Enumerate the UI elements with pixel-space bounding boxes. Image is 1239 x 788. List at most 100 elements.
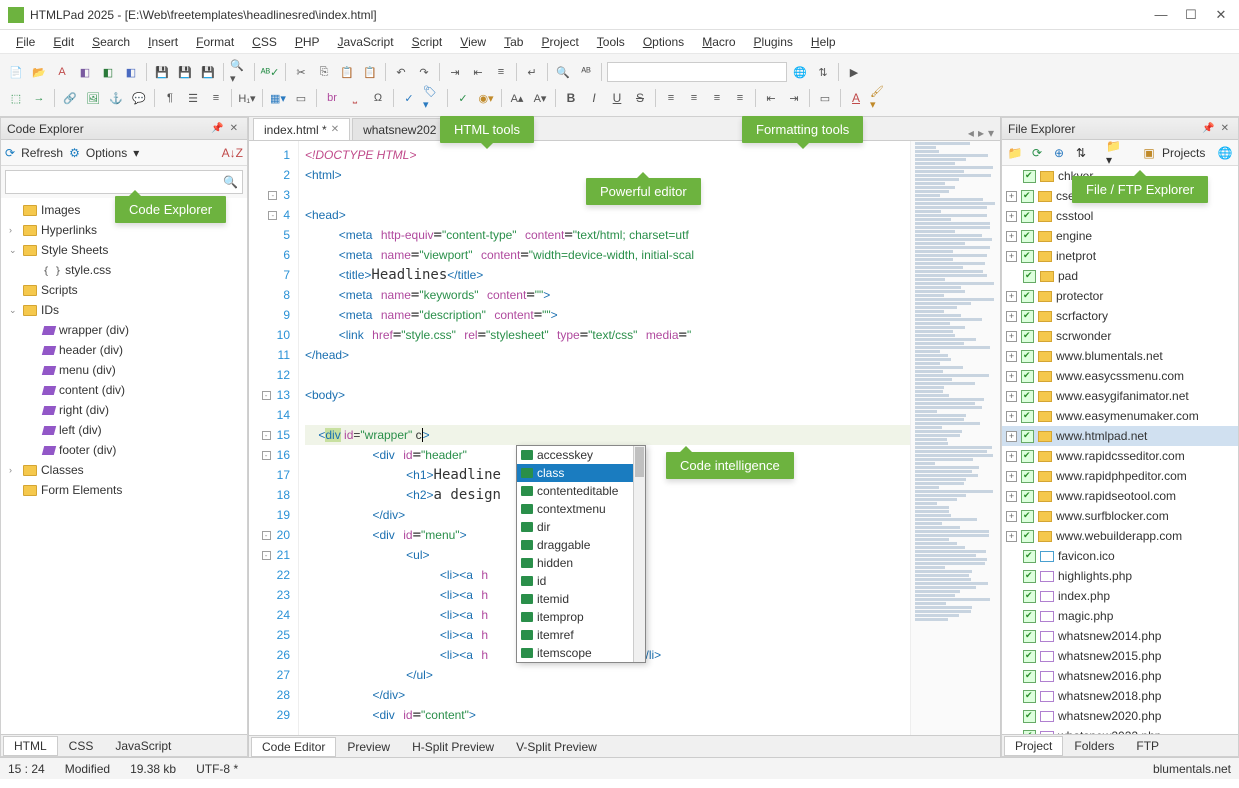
bottom-tab-html[interactable]: HTML (3, 736, 58, 756)
expand-icon[interactable]: + (1006, 231, 1017, 242)
indent-left-icon[interactable]: ⇤ (761, 88, 781, 108)
menu-javascript[interactable]: JavaScript (330, 33, 402, 51)
expand-icon[interactable]: + (1006, 411, 1017, 422)
folder-icon[interactable]: 📁▾ (1106, 144, 1124, 162)
bottom-tab-folders[interactable]: Folders (1063, 736, 1125, 756)
globe-icon[interactable]: 🌐 (1216, 144, 1234, 162)
file-item[interactable]: +csstool (1002, 206, 1238, 226)
font-size-up-icon[interactable]: A▴ (507, 88, 527, 108)
nav-back-icon[interactable]: → (29, 88, 49, 108)
file-item[interactable]: favicon.ico (1002, 546, 1238, 566)
expand-icon[interactable]: + (1006, 311, 1017, 322)
font-size-down-icon[interactable]: A▾ (530, 88, 550, 108)
autocomplete-item[interactable]: contextmenu (517, 500, 645, 518)
file-item[interactable]: +inetprot (1002, 246, 1238, 266)
bottom-tab-ftp[interactable]: FTP (1125, 736, 1170, 756)
refresh-icon[interactable]: ⟳ (5, 146, 15, 160)
expand-icon[interactable]: + (1006, 431, 1017, 442)
image-icon[interactable]: 🖼 (83, 88, 103, 108)
run-icon[interactable]: ▶ (844, 62, 864, 82)
file-item[interactable]: highlights.php (1002, 566, 1238, 586)
bottom-tab-code-editor[interactable]: Code Editor (251, 737, 336, 757)
file-item[interactable]: whatsnew2020.php (1002, 706, 1238, 726)
tab-index-html-[interactable]: index.html *✕ (253, 118, 350, 140)
js-file-icon[interactable]: ◧ (121, 62, 141, 82)
autocomplete-item[interactable]: itemid (517, 590, 645, 608)
autocomplete-item[interactable]: hidden (517, 554, 645, 572)
tree-item[interactable]: content (div) (1, 380, 247, 400)
ol-icon[interactable]: ≡ (206, 88, 226, 108)
align-justify-icon[interactable]: ≡ (730, 88, 750, 108)
scrollbar[interactable] (633, 446, 645, 662)
close-button[interactable]: ✕ (1215, 9, 1227, 21)
autocomplete-item[interactable]: itemscope (517, 644, 645, 662)
heading-icon[interactable]: H₁▾ (237, 88, 257, 108)
anchor-icon[interactable]: ⚓ (106, 88, 126, 108)
menu-tools[interactable]: Tools (589, 33, 633, 51)
tree-item[interactable]: ›Classes (1, 460, 247, 480)
html-file-icon[interactable]: A (52, 62, 72, 82)
replace-icon[interactable]: ᴬᴮ (576, 62, 596, 82)
br-icon[interactable]: br (322, 88, 342, 108)
align-center-icon[interactable]: ≡ (684, 88, 704, 108)
expand-icon[interactable]: + (1006, 391, 1017, 402)
tree-item[interactable]: right (div) (1, 400, 247, 420)
file-item[interactable]: +protector (1002, 286, 1238, 306)
file-item[interactable]: whatsnew2022.php (1002, 726, 1238, 734)
tag-icon[interactable]: 🏷▾ (422, 88, 442, 108)
expand-icon[interactable]: + (1006, 191, 1017, 202)
open-file-icon[interactable]: 📂 (29, 62, 49, 82)
nbsp-icon[interactable]: ⎵ (345, 88, 365, 108)
find-replace-icon[interactable]: 🔍 (553, 62, 573, 82)
file-item[interactable]: +engine (1002, 226, 1238, 246)
file-item[interactable]: whatsnew2016.php (1002, 666, 1238, 686)
bottom-tab-javascript[interactable]: JavaScript (104, 736, 182, 756)
tree-item[interactable]: style.css (1, 260, 247, 280)
div-icon[interactable]: ▭ (815, 88, 835, 108)
file-item[interactable]: pad (1002, 266, 1238, 286)
expand-icon[interactable]: + (1006, 211, 1017, 222)
menu-help[interactable]: Help (803, 33, 844, 51)
maximize-button[interactable]: ☐ (1185, 9, 1197, 21)
italic-icon[interactable]: I (584, 88, 604, 108)
comment-icon[interactable]: 💬 (129, 88, 149, 108)
menu-macro[interactable]: Macro (694, 33, 743, 51)
tree-item[interactable]: Form Elements (1, 480, 247, 500)
paste-icon[interactable]: 📋 (337, 62, 357, 82)
expand-icon[interactable]: + (1006, 351, 1017, 362)
file-item[interactable]: +www.webuilderapp.com (1002, 526, 1238, 546)
file-item[interactable]: +www.rapidseotool.com (1002, 486, 1238, 506)
tidy-icon[interactable]: ✓ (453, 88, 473, 108)
expand-icon[interactable]: + (1006, 331, 1017, 342)
expand-icon[interactable]: + (1006, 511, 1017, 522)
menu-php[interactable]: PHP (287, 33, 328, 51)
file-item[interactable]: +scrfactory (1002, 306, 1238, 326)
tab-menu-icon[interactable]: ▾ (988, 126, 994, 140)
cut-icon[interactable]: ✂ (291, 62, 311, 82)
file-item[interactable]: whatsnew2018.php (1002, 686, 1238, 706)
refresh-label[interactable]: Refresh (21, 146, 63, 160)
wordwrap-icon[interactable]: ↵ (522, 62, 542, 82)
indent-right-icon[interactable]: ⇥ (784, 88, 804, 108)
search-icon[interactable]: 🔍 (223, 175, 238, 189)
projects-label[interactable]: Projects (1162, 146, 1205, 160)
table-icon[interactable]: ▦▾ (268, 88, 288, 108)
bottom-tab-h-split-preview[interactable]: H-Split Preview (401, 737, 505, 757)
ftp-icon[interactable]: ⇅ (813, 62, 833, 82)
folder-up-icon[interactable]: 📁 (1006, 144, 1024, 162)
structure-icon[interactable]: ⬚ (6, 88, 26, 108)
link-icon[interactable]: 🔗 (60, 88, 80, 108)
expand-icon[interactable]: + (1006, 291, 1017, 302)
tab-prev-icon[interactable]: ◂ (968, 126, 974, 140)
tree-item[interactable]: header (div) (1, 340, 247, 360)
bottom-tab-v-split-preview[interactable]: V-Split Preview (505, 737, 608, 757)
expand-icon[interactable]: + (1006, 471, 1017, 482)
search-input[interactable] (10, 175, 223, 189)
autocomplete-item[interactable]: accesskey (517, 446, 645, 464)
search-icon[interactable]: 🔍▾ (229, 62, 249, 82)
tree-item[interactable]: ⌄IDs (1, 300, 247, 320)
bold-icon[interactable]: B (561, 88, 581, 108)
close-panel-icon[interactable]: ✕ (230, 123, 238, 134)
align-right-icon[interactable]: ≡ (707, 88, 727, 108)
code-explorer-search[interactable]: 🔍 (5, 170, 243, 194)
